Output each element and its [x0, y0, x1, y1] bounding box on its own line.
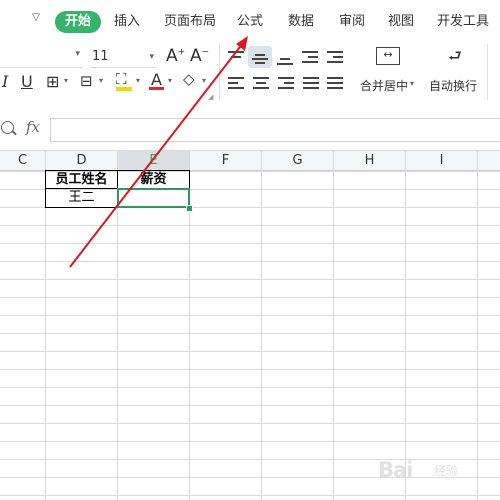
- column-gridline: [261, 151, 262, 500]
- tab-home[interactable]: 开始: [55, 11, 102, 33]
- chevron-down-icon: ▾: [149, 52, 154, 62]
- decrease-font-size-icon[interactable]: A−: [190, 46, 209, 66]
- wrap-text-icon[interactable]: ⮐: [444, 46, 466, 66]
- tab-developer[interactable]: 开发工具: [437, 11, 489, 33]
- distributed-align-icon[interactable]: [327, 76, 343, 90]
- toolbar-divider: [487, 44, 488, 100]
- font-size-select[interactable]: 11 ▾: [90, 47, 156, 68]
- wrap-text-label[interactable]: 自动换行: [429, 77, 477, 94]
- align-center-icon[interactable]: [253, 76, 269, 90]
- tab-formulas[interactable]: 公式: [237, 11, 263, 33]
- column-header-f[interactable]: F: [190, 151, 261, 170]
- merge-center-icon[interactable]: ↔: [376, 47, 400, 65]
- font-size-value: 11: [92, 49, 109, 64]
- merge-center-label[interactable]: 合并居中: [360, 77, 408, 94]
- cell-d2[interactable]: 王二: [45, 189, 118, 207]
- chevron-down-icon: ▾: [75, 49, 80, 59]
- decrease-indent-icon[interactable]: [302, 50, 318, 64]
- menu-bar: ▽ 开始 插入 页面布局 公式 数据 审阅 视图 开发工具: [0, 0, 500, 43]
- chevron-down-icon[interactable]: ▾: [202, 76, 206, 85]
- chevron-down-icon[interactable]: ▾: [64, 76, 68, 85]
- selected-cell-e2[interactable]: [117, 188, 190, 208]
- tab-view[interactable]: 视图: [388, 11, 414, 33]
- formula-input[interactable]: [50, 118, 500, 142]
- italic-icon[interactable]: I: [2, 72, 8, 91]
- cell-style-icon[interactable]: ⊟: [80, 72, 93, 90]
- justify-icon[interactable]: [303, 76, 319, 90]
- column-header-h[interactable]: H: [334, 151, 405, 170]
- align-left-icon[interactable]: [228, 76, 244, 90]
- column-header-c[interactable]: C: [0, 151, 45, 170]
- chevron-down-icon[interactable]: ▾: [136, 76, 140, 85]
- cell-e1[interactable]: 薪资: [117, 171, 190, 189]
- increase-font-size-icon[interactable]: A+: [166, 46, 185, 66]
- font-dialog-launcher-icon[interactable]: ◢: [208, 93, 213, 101]
- fill-color-icon[interactable]: ⛶: [116, 70, 127, 88]
- quick-access-dropdown-icon[interactable]: ▽: [29, 10, 43, 26]
- column-header-e[interactable]: E: [118, 151, 189, 170]
- watermark-sub: 经验: [434, 464, 459, 478]
- border-icon[interactable]: ⊞: [46, 72, 59, 91]
- font-color-bar: [149, 87, 164, 90]
- chevron-down-icon[interactable]: ▾: [168, 76, 172, 85]
- column-gridline: [477, 151, 478, 500]
- align-bottom-icon[interactable]: [277, 51, 293, 65]
- increase-indent-icon[interactable]: [327, 50, 343, 64]
- toolbar-divider: [219, 44, 220, 100]
- font-name-select[interactable]: ▾: [0, 47, 82, 68]
- cell-d1[interactable]: 员工姓名: [45, 171, 118, 189]
- fill-handle[interactable]: [186, 205, 193, 212]
- chevron-down-icon[interactable]: ▾: [99, 76, 103, 85]
- column-header-d[interactable]: D: [46, 151, 117, 170]
- align-top-icon[interactable]: [228, 50, 244, 64]
- tab-review[interactable]: 审阅: [339, 11, 365, 33]
- align-middle-icon[interactable]: [252, 51, 268, 65]
- underline-icon[interactable]: U: [21, 72, 33, 91]
- tab-data[interactable]: 数据: [288, 11, 314, 33]
- clear-format-icon[interactable]: ◇: [183, 70, 195, 88]
- align-right-icon[interactable]: [278, 76, 294, 90]
- zoom-icon[interactable]: [1, 121, 14, 134]
- chevron-down-icon[interactable]: ▾: [410, 79, 414, 88]
- tab-insert[interactable]: 插入: [114, 11, 140, 33]
- column-header-g[interactable]: G: [262, 151, 333, 170]
- watermark-text: Bai: [378, 458, 413, 482]
- tab-page-layout[interactable]: 页面布局: [164, 11, 216, 33]
- column-gridline: [333, 151, 334, 500]
- fx-icon[interactable]: fx: [26, 118, 40, 136]
- baidu-watermark-logo: Bai 经验: [378, 454, 498, 490]
- column-header-i[interactable]: I: [406, 151, 477, 170]
- column-gridline: [405, 151, 406, 500]
- fill-color-bar: [116, 87, 132, 91]
